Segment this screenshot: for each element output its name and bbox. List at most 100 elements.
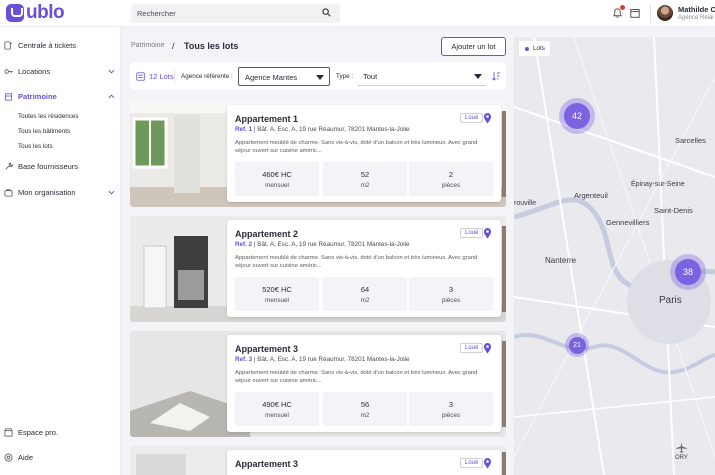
map-cluster[interactable]: 42 bbox=[559, 98, 595, 134]
sidebar-item-locations[interactable]: Locations bbox=[0, 63, 121, 79]
search-input[interactable]: Rechercher bbox=[131, 4, 340, 23]
sidebar-item-organisation[interactable]: Mon organisation bbox=[0, 184, 121, 200]
page-title: Tous les lots bbox=[184, 41, 239, 51]
cluster-count: 21 bbox=[568, 336, 586, 354]
wrench-icon bbox=[5, 161, 13, 169]
briefcase-icon bbox=[4, 188, 13, 197]
sidebar-subitem-residences[interactable]: Toutes les résidences bbox=[18, 113, 79, 120]
lot-address: Bât. A, Esc. A, 19 rue Réaumur, 78201 Ma… bbox=[257, 126, 410, 133]
lot-ref-number: Ref. 2 bbox=[235, 241, 253, 248]
stat-unit: m2 bbox=[360, 297, 370, 304]
stat-unit: mensuel bbox=[265, 412, 289, 419]
airport-icon bbox=[676, 442, 687, 453]
app-logo[interactable]: ublo bbox=[6, 2, 65, 23]
map-pin-icon[interactable] bbox=[483, 112, 492, 124]
calendar-icon[interactable] bbox=[630, 8, 640, 18]
stat-value: 520€ HC bbox=[262, 285, 292, 294]
sidebar-item-fournisseurs[interactable]: Base fournisseurs bbox=[0, 158, 121, 174]
sidebar-subitem-batiments[interactable]: Tous les bâtiments bbox=[18, 128, 70, 135]
map-city-label: rouville bbox=[514, 200, 537, 207]
lot-stat-price: 460€ HC mensuel bbox=[235, 162, 319, 196]
sidebar-item-label: Locations bbox=[18, 66, 51, 76]
lot-stat-rooms: 2 pièces bbox=[409, 162, 493, 196]
ticket-icon bbox=[4, 40, 13, 50]
lot-stat-area: 56 m2 bbox=[323, 392, 407, 426]
lot-card[interactable]: Appartement 3 Loué bbox=[130, 446, 506, 475]
map-city-label: ORY bbox=[675, 455, 688, 461]
agence-select[interactable]: Agence Mantes bbox=[238, 67, 330, 86]
status-badge: Loué bbox=[460, 343, 484, 353]
lot-description: Appartement meublé de charme. Sans vis-à… bbox=[235, 255, 478, 269]
status-badge: Loué bbox=[460, 113, 484, 123]
lot-title[interactable]: Appartement 3 bbox=[235, 459, 298, 469]
add-lot-button[interactable]: Ajouter un lot bbox=[441, 37, 506, 56]
logo-mark-icon bbox=[6, 4, 24, 22]
stat-unit: pièces bbox=[441, 182, 461, 189]
user-name[interactable]: Mathilde C bbox=[678, 5, 715, 14]
chevron-down-icon[interactable] bbox=[108, 189, 115, 196]
map-view[interactable]: Lots 42 38 21 Sarcelles Épinay-sur-Seine… bbox=[514, 37, 715, 475]
sidebar-item-tickets[interactable]: Centrale à tickets bbox=[0, 37, 121, 53]
map-city-label: Nanterre bbox=[545, 256, 577, 265]
lot-panel: Appartement 2 Ref. 2 | Bât. A, Esc. A, 1… bbox=[227, 220, 501, 317]
lot-stat-area: 64 m2 bbox=[323, 277, 407, 311]
sort-icon[interactable] bbox=[491, 71, 501, 81]
key-icon bbox=[4, 68, 13, 74]
lot-card[interactable]: Appartement 2 Ref. 2 | Bât. A, Esc. A, 1… bbox=[130, 216, 506, 322]
agence-label: Agence référente : bbox=[181, 73, 233, 80]
stat-unit: mensuel bbox=[265, 297, 289, 304]
search-placeholder: Rechercher bbox=[137, 9, 176, 18]
sidebar-item-label: Espace pro. bbox=[18, 427, 59, 437]
list-icon bbox=[136, 72, 145, 81]
lot-title[interactable]: Appartement 3 bbox=[235, 344, 298, 354]
lot-card[interactable]: Appartement 1 Ref. 1 | Bât. A, Esc. A, 1… bbox=[130, 101, 506, 207]
lot-reference: Ref. 2 | Bât. A, Esc. A, 19 rue Réaumur,… bbox=[235, 241, 410, 248]
sidebar-subitem-lots[interactable]: Tous les lots bbox=[18, 143, 53, 150]
map-cluster[interactable]: 38 bbox=[670, 254, 706, 290]
lot-title[interactable]: Appartement 2 bbox=[235, 229, 298, 239]
storefront-icon bbox=[4, 427, 13, 437]
status-badge: Loué bbox=[460, 228, 484, 238]
stat-value: 52 bbox=[360, 170, 370, 179]
type-select[interactable]: Tout bbox=[358, 67, 486, 86]
lot-stat-rooms: 3 pièces bbox=[409, 277, 493, 311]
agence-value: Agence Mantes bbox=[245, 73, 298, 82]
map-cluster[interactable]: 21 bbox=[565, 333, 589, 357]
map-city-label: Argenteuil bbox=[574, 191, 608, 200]
layer-dot bbox=[525, 46, 529, 51]
lot-panel: Appartement 1 Ref. 1 | Bât. A, Esc. A, 1… bbox=[227, 105, 501, 202]
chevron-up-icon[interactable] bbox=[108, 93, 115, 100]
stat-value: 56 bbox=[360, 400, 370, 409]
lot-ref-number: Ref. 3 bbox=[235, 356, 253, 363]
lot-reference: Ref. 1 | Bât. A, Esc. A, 19 rue Réaumur,… bbox=[235, 126, 410, 133]
sidebar-item-aide[interactable]: Aide bbox=[0, 449, 121, 465]
map-pin-icon[interactable] bbox=[483, 342, 492, 354]
chevron-down-icon[interactable] bbox=[108, 68, 115, 75]
stat-value: 64 bbox=[360, 285, 370, 294]
cluster-count: 38 bbox=[675, 259, 701, 285]
map-pin-icon[interactable] bbox=[483, 457, 492, 469]
lot-panel: Appartement 3 Loué bbox=[227, 450, 501, 475]
header-divider bbox=[650, 4, 651, 23]
lot-card[interactable]: Appartement 3 Ref. 3 | Bât. A, Esc. A, 1… bbox=[130, 331, 506, 437]
search-icon[interactable] bbox=[322, 8, 331, 17]
avatar[interactable] bbox=[657, 5, 673, 21]
stat-unit: pièces bbox=[441, 412, 461, 419]
map-layer-toggle[interactable]: Lots bbox=[519, 41, 550, 56]
user-agency: Agence Relai bbox=[678, 15, 714, 21]
lot-stat-price: 490€ HC mensuel bbox=[235, 392, 319, 426]
lot-panel: Appartement 3 Ref. 3 | Bât. A, Esc. A, 1… bbox=[227, 335, 501, 432]
lot-stat-rooms: 3 pièces bbox=[409, 392, 493, 426]
sidebar-item-espace-pro[interactable]: Espace pro. bbox=[0, 424, 121, 440]
stat-value: 3 bbox=[448, 400, 454, 409]
sidebar-item-patrimoine[interactable]: Patrimoine bbox=[0, 88, 121, 104]
filter-bar: 12 Lots Agence référente : Agence Mantes… bbox=[130, 62, 506, 90]
map-layer-label: Lots bbox=[533, 45, 545, 52]
sidebar-item-label: Aide bbox=[18, 452, 34, 462]
caret-down-icon bbox=[474, 74, 482, 79]
map-pin-icon[interactable] bbox=[483, 227, 492, 239]
lot-title[interactable]: Appartement 1 bbox=[235, 114, 298, 124]
breadcrumb-parent[interactable]: Patrimoine bbox=[131, 42, 164, 49]
sidebar: Centrale à tickets Locations Patrimoine … bbox=[0, 27, 121, 475]
logo-text: ublo bbox=[26, 2, 65, 23]
